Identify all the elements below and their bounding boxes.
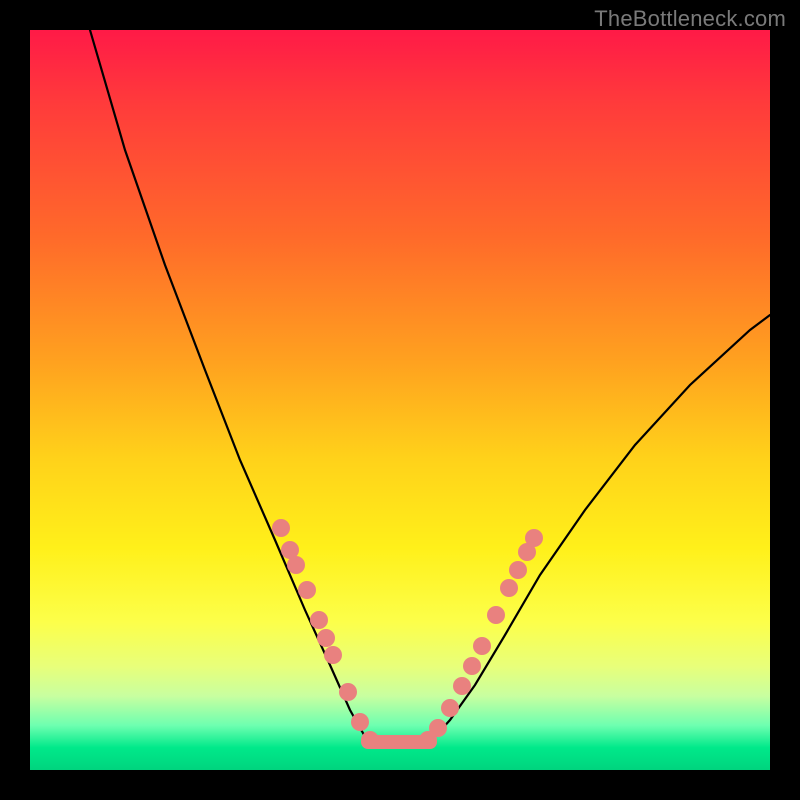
data-dot [287, 556, 305, 574]
data-dot [500, 579, 518, 597]
data-dot [473, 637, 491, 655]
data-dot [487, 606, 505, 624]
data-dot [525, 529, 543, 547]
data-dots-group [272, 519, 543, 749]
data-dot [324, 646, 342, 664]
data-dot [317, 629, 335, 647]
data-dot [429, 719, 447, 737]
watermark-text: TheBottleneck.com [594, 6, 786, 32]
data-dot [453, 677, 471, 695]
data-dot [509, 561, 527, 579]
data-dot [298, 581, 316, 599]
chart-svg [30, 30, 770, 770]
data-dot [272, 519, 290, 537]
curve-right-branch [430, 315, 770, 742]
data-dot [339, 683, 357, 701]
data-dot [463, 657, 481, 675]
data-dot [351, 713, 369, 731]
data-dot [310, 611, 328, 629]
plot-area [30, 30, 770, 770]
data-dot [441, 699, 459, 717]
data-dot [361, 731, 379, 749]
stage: TheBottleneck.com [0, 0, 800, 800]
